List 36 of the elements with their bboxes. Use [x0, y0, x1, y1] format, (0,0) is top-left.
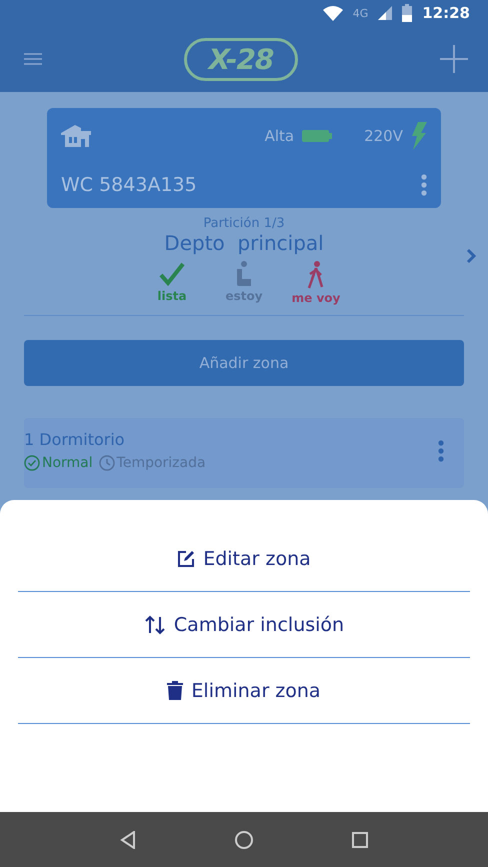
voltage-label: 220V	[364, 127, 403, 145]
trash-icon	[167, 681, 184, 700]
add-zone-button[interactable]: Añadir zona	[24, 340, 464, 386]
chevron-right-icon[interactable]	[466, 248, 476, 264]
clock-icon	[98, 455, 115, 471]
check-circle-icon	[24, 455, 40, 471]
signal-icon	[378, 6, 392, 20]
clock-time: 12:28	[422, 4, 470, 22]
mode-label[interactable]: lista	[157, 289, 187, 303]
zone-status: Normal	[24, 455, 93, 471]
battery-icon	[402, 4, 412, 22]
wifi-icon	[322, 6, 343, 20]
check-icon	[159, 261, 185, 287]
level-label: Alta	[264, 127, 294, 145]
lightning-icon	[411, 122, 427, 150]
more-options-icon[interactable]	[421, 174, 427, 196]
mode-label[interactable]: me voy	[292, 291, 340, 305]
edit-icon	[177, 550, 196, 568]
swap-arrows-icon	[144, 614, 166, 634]
back-icon[interactable]	[120, 830, 136, 848]
walking-person-icon	[306, 261, 326, 289]
house-icon	[61, 125, 93, 147]
panel-serial: WC 5843A135	[61, 174, 197, 196]
zone-name: 1 Dormitorio	[24, 430, 126, 449]
partition-label: Partición 1/3	[203, 216, 285, 231]
add-icon[interactable]	[440, 45, 468, 73]
battery-icon	[302, 130, 332, 142]
more-options-icon[interactable]	[438, 440, 444, 462]
menu-icon[interactable]	[24, 53, 42, 65]
recent-apps-icon[interactable]	[352, 832, 368, 848]
partition-name: Depto principal	[164, 231, 324, 255]
network-type: 4G	[352, 6, 368, 20]
home-icon[interactable]	[234, 830, 253, 848]
seat-icon	[235, 261, 253, 287]
panel-card[interactable]: Alta 220V WC 5843A135	[47, 108, 441, 208]
app-logo: X-28	[184, 38, 298, 80]
